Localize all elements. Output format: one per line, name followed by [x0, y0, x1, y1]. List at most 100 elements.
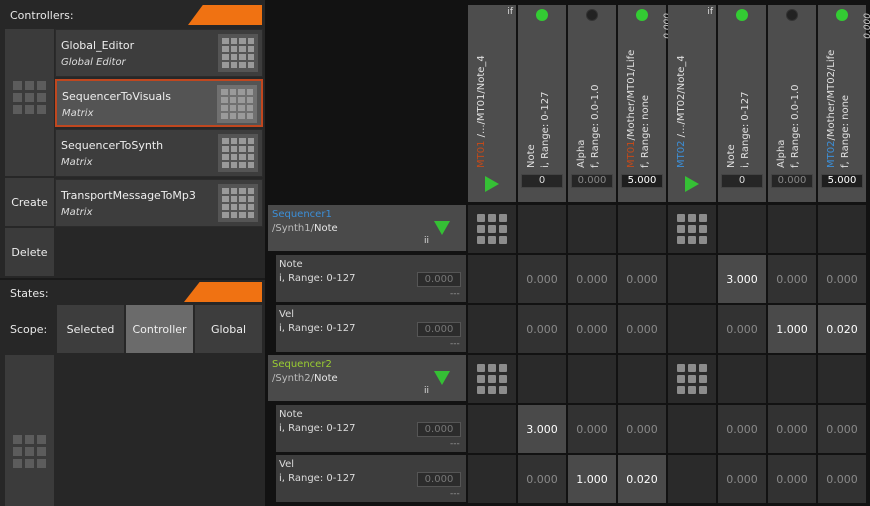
controller-item[interactable]: Global_Editor Global Editor: [55, 29, 263, 77]
matrix-cell[interactable]: 3.000: [518, 405, 566, 453]
parameter-value-field[interactable]: 0.000: [417, 322, 461, 337]
controller-item[interactable]: SequencerToSynth Matrix: [55, 129, 263, 177]
matrix-cell[interactable]: 0.000: [818, 255, 866, 303]
expand-triangle-icon[interactable]: [434, 221, 450, 235]
matrix-cell: [468, 455, 516, 503]
status-dot-icon[interactable]: [786, 9, 798, 21]
parameter-value-field[interactable]: 0.000: [417, 422, 461, 437]
column-param-header[interactable]: MT01/Mother/MT01/Lifef, Range: none0.000…: [618, 5, 673, 202]
matrix-cell[interactable]: 1.000: [768, 305, 816, 353]
matrix-cell[interactable]: 0.000: [568, 305, 616, 353]
controller-item[interactable]: TransportMessageToMp3 Matrix: [55, 179, 263, 227]
matrix-cell[interactable]: 0.000: [568, 255, 616, 303]
delete-button[interactable]: Delete: [5, 228, 54, 276]
parameter-name: Vel: [279, 459, 294, 470]
matrix-cell[interactable]: 0.000: [518, 305, 566, 353]
matrix-cell[interactable]: 0.000: [818, 455, 866, 503]
matrix-cell[interactable]: 0.000: [768, 255, 816, 303]
status-dot-icon[interactable]: [586, 9, 598, 21]
row-badge: ii: [424, 386, 430, 396]
group-cell[interactable]: [668, 355, 716, 403]
empty-cell: [618, 355, 666, 403]
matrix-cell[interactable]: 0.000: [618, 405, 666, 453]
states-drag-area[interactable]: [5, 355, 54, 506]
matrix-cell: [468, 305, 516, 353]
sequencer-path: /Synth2/Note: [272, 373, 338, 384]
parameter-row-header[interactable]: Note i, Range: 0-127 0.000 ---: [276, 255, 466, 302]
sequencer-name: Sequencer2: [272, 359, 332, 370]
matrix-grid-icon: [477, 214, 507, 244]
parameter-value-field[interactable]: 0.000: [417, 472, 461, 487]
matrix-cell: [668, 405, 716, 453]
scope-selected-button[interactable]: Selected: [57, 305, 124, 353]
expand-triangle-icon[interactable]: [434, 371, 450, 385]
matrix-cell[interactable]: 0.000: [518, 255, 566, 303]
controller-name: SequencerToVisuals: [62, 90, 171, 103]
matrix-grid-icon: [677, 214, 707, 244]
scope-controller-button[interactable]: Controller: [126, 305, 193, 353]
column-name: Alpha: [576, 139, 587, 168]
matrix-grid-icon: [677, 364, 707, 394]
matrix-cell[interactable]: 0.000: [768, 405, 816, 453]
column-value-field[interactable]: 5.000: [821, 174, 863, 188]
sequencer-row-header[interactable]: Sequencer2/Synth2/Note ii: [268, 355, 466, 401]
group-cell[interactable]: [668, 205, 716, 253]
matrix-cell[interactable]: 0.020: [618, 455, 666, 503]
sequencer-row-header[interactable]: Sequencer1/Synth1/Note ii: [268, 205, 466, 251]
scope-global-button[interactable]: Global: [195, 305, 262, 353]
column-value-field[interactable]: 0: [521, 174, 563, 188]
column-name: MT01/Mother/MT01/Life: [626, 49, 637, 168]
status-dot-icon[interactable]: [736, 9, 748, 21]
matrix-cell[interactable]: 0.000: [618, 305, 666, 353]
grid-placeholder-icon: [13, 435, 46, 468]
column-param-header[interactable]: Note i, Range: 0-127 0: [718, 5, 766, 202]
column-value-field[interactable]: 0.000: [771, 174, 813, 188]
matrix-grid-icon: [218, 34, 258, 72]
sequencer-name: Sequencer1: [272, 209, 332, 220]
group-cell[interactable]: [468, 205, 516, 253]
matrix-cell[interactable]: 3.000: [718, 255, 766, 303]
parameter-value-field[interactable]: 0.000: [417, 272, 461, 287]
parameter-row-header[interactable]: Vel i, Range: 0-127 0.000 ---: [276, 305, 466, 352]
status-dot-icon[interactable]: [636, 9, 648, 21]
column-param-header[interactable]: Alpha f, Range: 0.0-1.0 0.000: [768, 5, 816, 202]
column-param-header[interactable]: MT02/Mother/MT02/Life f, Range: none 0.000…: [818, 5, 870, 202]
column-path: MT02 /.../MT02/Note_4: [676, 55, 687, 168]
controllers-drag-area[interactable]: [5, 29, 54, 176]
parameter-row-header[interactable]: Vel i, Range: 0-127 0.000 ---: [276, 455, 466, 502]
matrix-cell[interactable]: 0.000: [618, 255, 666, 303]
play-icon[interactable]: [685, 176, 699, 192]
create-button[interactable]: Create: [5, 178, 54, 226]
column-value-field[interactable]: 0.000: [571, 174, 613, 188]
matrix-cell[interactable]: 0.000: [718, 305, 766, 353]
matrix-cell[interactable]: 0.000: [718, 455, 766, 503]
matrix-cell[interactable]: 0.000: [768, 455, 816, 503]
matrix-cell[interactable]: 0.000: [718, 405, 766, 453]
column-value-field[interactable]: 0: [721, 174, 763, 188]
column-param-header[interactable]: Note i, Range: 0-127 0: [518, 5, 566, 202]
controller-item[interactable]: SequencerToVisuals Matrix: [55, 79, 263, 127]
matrix-cell[interactable]: 0.000: [568, 405, 616, 453]
empty-cell: [618, 205, 666, 253]
matrix-cell[interactable]: 0.000: [518, 455, 566, 503]
play-icon[interactable]: [485, 176, 499, 192]
column-param-header[interactable]: Alpha f, Range: 0.0-1.0 0.000: [568, 5, 616, 202]
controller-name: Global_Editor: [61, 39, 135, 52]
matrix-grid-icon: [217, 85, 257, 123]
matrix-grid-icon: [218, 134, 258, 172]
matrix-cell[interactable]: 1.000: [568, 455, 616, 503]
matrix-cell: [668, 455, 716, 503]
parameter-row-header[interactable]: Note i, Range: 0-127 0.000 ---: [276, 405, 466, 452]
matrix-cell[interactable]: 0.020: [818, 305, 866, 353]
column-name: MT02/Mother/MT02/Life: [826, 49, 837, 168]
column-value-field[interactable]: 5.000: [621, 174, 663, 188]
status-dot-icon[interactable]: [836, 9, 848, 21]
column-range: f, Range: none: [840, 94, 851, 168]
column-group-header[interactable]: MT01 /.../MT01/Note_4 if: [468, 5, 516, 202]
group-cell[interactable]: [468, 355, 516, 403]
parameter-range: i, Range: 0-127: [279, 473, 356, 484]
column-group-header[interactable]: MT02 /.../MT02/Note_4 if: [668, 5, 716, 202]
status-dot-icon[interactable]: [536, 9, 548, 21]
empty-cell: [568, 205, 616, 253]
matrix-cell[interactable]: 0.000: [818, 405, 866, 453]
